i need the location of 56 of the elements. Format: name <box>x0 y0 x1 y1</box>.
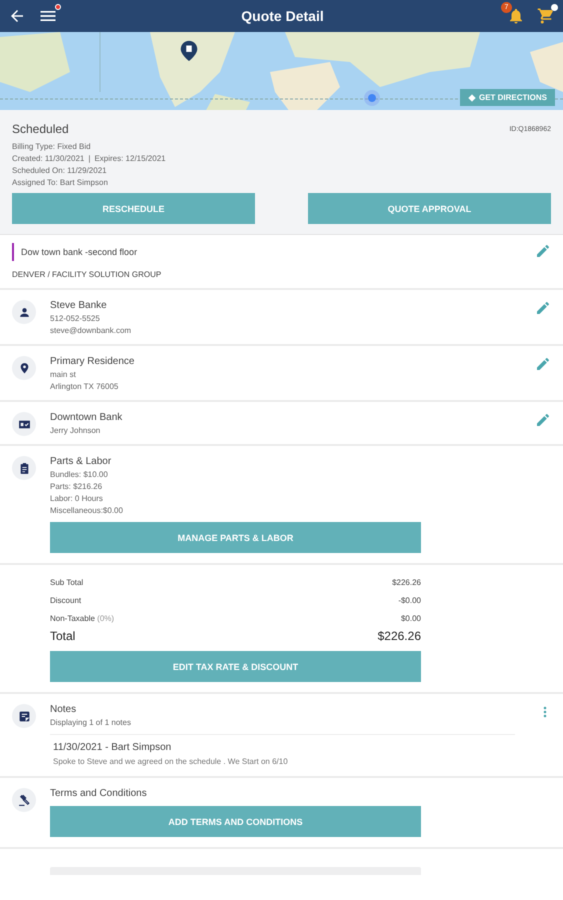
customer-name: Downtown Bank <box>50 412 124 423</box>
total-row-label: Discount <box>50 596 82 605</box>
detail-text: Miscellaneous:$0.00 <box>50 506 124 515</box>
gavel-icon <box>18 794 30 806</box>
detail-text: 512-052-5525 <box>50 314 101 323</box>
person-icon <box>18 306 30 318</box>
note-heading: 11/30/2021 - Bart Simpson <box>53 742 172 753</box>
edit-icon[interactable] <box>535 356 551 372</box>
reschedule-button[interactable]: RESCHEDULE <box>12 193 255 224</box>
total-row-label: Non-Taxable (0%) <box>50 614 114 623</box>
edit-icon[interactable] <box>535 243 551 259</box>
scheduled-date: Scheduled On: 11/29/2021 <box>12 166 107 175</box>
get-directions-button[interactable]: GET DIRECTIONS <box>460 89 555 106</box>
location-group: DENVER / FACILITY SOLUTION GROUP <box>12 270 535 279</box>
bell-icon[interactable] <box>507 7 525 25</box>
billing-type: Billing Type: Fixed Bid <box>12 142 91 151</box>
assigned-to: Assigned To: Bart Simpson <box>12 178 108 187</box>
cart-icon[interactable] <box>537 7 555 25</box>
detail-text: steve@downbank.com <box>50 326 132 335</box>
diamond-icon <box>468 94 476 102</box>
detail-text: main st <box>50 370 77 379</box>
total-label: Total <box>50 629 76 643</box>
location-title: Dow town bank -second floor <box>12 243 535 261</box>
map-pin-icon <box>178 38 200 64</box>
section-title: Terms and Conditions <box>50 788 148 799</box>
separator: | <box>88 154 90 163</box>
created-date: Created: 11/30/2021 <box>12 154 84 163</box>
detail-text: Arlington TX 76005 <box>50 382 120 391</box>
note-text: Spoke to Steve and we agreed on the schedule . We Start on 6/10 <box>53 757 289 766</box>
total-row-value: $226.26 <box>392 578 421 587</box>
card-icon <box>18 418 30 430</box>
manage-parts-button[interactable]: MANAGE PARTS & LABOR <box>50 522 421 553</box>
contact-name: Steve Banke <box>50 300 108 311</box>
screen-title: Quote Detail <box>240 8 325 24</box>
detail-text: Parts: $216.26 <box>50 482 104 491</box>
total-row-label: Sub Total <box>50 578 84 587</box>
detail-text: Jerry Johnson <box>50 426 102 435</box>
total-row-value: $0.00 <box>400 614 421 623</box>
add-terms-button[interactable]: ADD TERMS AND CONDITIONS <box>50 806 421 837</box>
detail-text: Labor: 0 Hours <box>50 494 104 503</box>
note-icon <box>18 710 30 722</box>
pin-icon <box>18 362 30 374</box>
total-value: $226.26 <box>378 629 421 643</box>
section-title: Notes <box>50 704 78 715</box>
section-title: Parts & Labor <box>50 456 112 467</box>
expires-date: Expires: 12/15/2021 <box>94 154 166 163</box>
clipboard-icon <box>18 462 30 474</box>
detail-text: Bundles: $10.00 <box>50 470 109 479</box>
status-text: Scheduled <box>12 122 69 136</box>
approval-button[interactable]: QUOTE APPROVAL <box>308 193 551 224</box>
edit-icon[interactable] <box>535 412 551 428</box>
detail-text: Displaying 1 of 1 notes <box>50 718 132 727</box>
address-title: Primary Residence <box>50 356 136 367</box>
edit-icon[interactable] <box>535 300 551 316</box>
edit-tax-button[interactable]: EDIT TAX RATE & DISCOUNT <box>50 651 421 682</box>
total-row-value: -$0.00 <box>398 596 421 605</box>
